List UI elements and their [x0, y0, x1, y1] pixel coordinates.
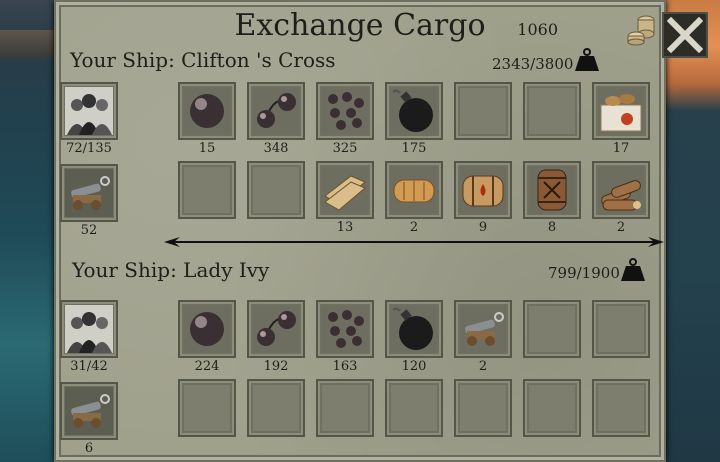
ship1-slot-1[interactable]	[178, 82, 236, 140]
ship1-slot-4-qty: 175	[401, 141, 427, 156]
ship1-slot-10-qty: 13	[336, 220, 354, 235]
crew-icon	[65, 87, 113, 135]
ship2-slot-4-qty: 120	[401, 359, 427, 374]
rum-barrel-icon	[462, 175, 504, 207]
ship2-slot-12[interactable]	[454, 379, 512, 437]
town-silhouette	[0, 30, 62, 58]
weight-icon	[575, 48, 599, 71]
ship1-slot-12-qty: 9	[478, 220, 488, 235]
ship1-slot-14-qty: 2	[616, 220, 626, 235]
ship1-slot-12[interactable]	[454, 161, 512, 219]
crew-icon	[65, 305, 113, 353]
ship2-slot-3-qty: 163	[332, 359, 358, 374]
ship1-slot-6[interactable]	[523, 82, 581, 140]
ship1-slot-1-qty: 15	[198, 141, 216, 156]
bomb-icon	[392, 307, 433, 350]
ship1-slot-2[interactable]	[247, 82, 305, 140]
ship1-crew-count: 72/135	[66, 141, 112, 156]
sunset-sea-right	[660, 0, 720, 462]
ship1-slot-8[interactable]	[178, 161, 236, 219]
ship-divider	[164, 237, 664, 247]
ship2-slot-8[interactable]	[178, 379, 236, 437]
bread-icon	[393, 179, 435, 203]
weight-icon	[621, 258, 645, 281]
planks-icon	[324, 175, 366, 211]
ship1-slot-4[interactable]	[385, 82, 443, 140]
bomb-icon	[392, 89, 433, 132]
ship2-slot-1[interactable]	[178, 300, 236, 358]
gold-amount: 1060	[517, 20, 558, 39]
gunpowder-barrel-icon	[537, 169, 567, 211]
exchange-cargo-panel: Exchange Cargo 1060 Your Ship: Clifton '…	[54, 0, 708, 462]
ship2-slot-1-qty: 224	[194, 359, 220, 374]
ship2-slot-5[interactable]	[454, 300, 512, 358]
ship1-slot-9[interactable]	[247, 161, 305, 219]
ship2-slot-3[interactable]	[316, 300, 374, 358]
ship1-slot-3-qty: 325	[332, 141, 358, 156]
cannon-icon	[465, 312, 504, 346]
ship1-cannons-slot[interactable]	[60, 164, 118, 222]
firewood-icon	[601, 180, 641, 211]
ship1-capacity: 2343/3800	[492, 55, 574, 73]
cannonball-icon	[190, 312, 224, 346]
cannon-icon	[65, 169, 113, 217]
window-title: Exchange Cargo	[234, 8, 486, 43]
crate-icon	[600, 94, 642, 132]
ship2-slot-9[interactable]	[247, 379, 305, 437]
ship2-slot-2-qty: 192	[263, 359, 289, 374]
close-icon	[667, 17, 703, 53]
coins-icon	[627, 15, 655, 46]
ship1-cannons-count: 52	[80, 223, 98, 238]
sea-left	[0, 0, 62, 462]
ship1-slot-3[interactable]	[316, 82, 374, 140]
ship1-slot-5[interactable]	[454, 82, 512, 140]
ship2-slot-14[interactable]	[592, 379, 650, 437]
ship2-crew-slot[interactable]	[60, 300, 118, 358]
ship1-slot-13-qty: 8	[547, 220, 557, 235]
ship2-slot-5-qty: 2	[478, 359, 488, 374]
ship2-crew-count: 31/42	[70, 359, 108, 374]
grapeshot-icon	[328, 310, 364, 348]
ship2-slot-2[interactable]	[247, 300, 305, 358]
cannon-icon	[65, 387, 113, 435]
ship2-slot-6[interactable]	[523, 300, 581, 358]
ship2-slot-10[interactable]	[316, 379, 374, 437]
ship1-slot-2-qty: 348	[263, 141, 289, 156]
ship1-slot-14[interactable]	[592, 161, 650, 219]
ship1-crew-slot[interactable]	[60, 82, 118, 140]
ship1-slot-7-qty: 17	[612, 141, 630, 156]
ship1-slot-11[interactable]	[385, 161, 443, 219]
ship2-cannons-slot[interactable]	[60, 382, 118, 440]
ship2-slot-13[interactable]	[523, 379, 581, 437]
ship2-slot-7[interactable]	[592, 300, 650, 358]
ship2-slot-11[interactable]	[385, 379, 443, 437]
ship1-slot-13[interactable]	[523, 161, 581, 219]
chain-shot-icon	[257, 93, 296, 128]
ship2-slot-4[interactable]	[385, 300, 443, 358]
ship2-capacity: 799/1900	[548, 264, 620, 282]
ship2-cannons-count: 6	[84, 441, 94, 456]
ship1-slot-11-qty: 2	[409, 220, 419, 235]
close-button[interactable]	[662, 12, 708, 58]
chain-shot-icon	[257, 311, 296, 346]
grapeshot-icon	[328, 92, 364, 130]
ship1-name: Your Ship: Clifton 's Cross	[70, 48, 336, 72]
ship1-slot-10[interactable]	[316, 161, 374, 219]
ship1-slot-7[interactable]	[592, 82, 650, 140]
ship2-name: Your Ship: Lady Ivy	[72, 258, 270, 282]
cannonball-icon	[190, 94, 224, 128]
